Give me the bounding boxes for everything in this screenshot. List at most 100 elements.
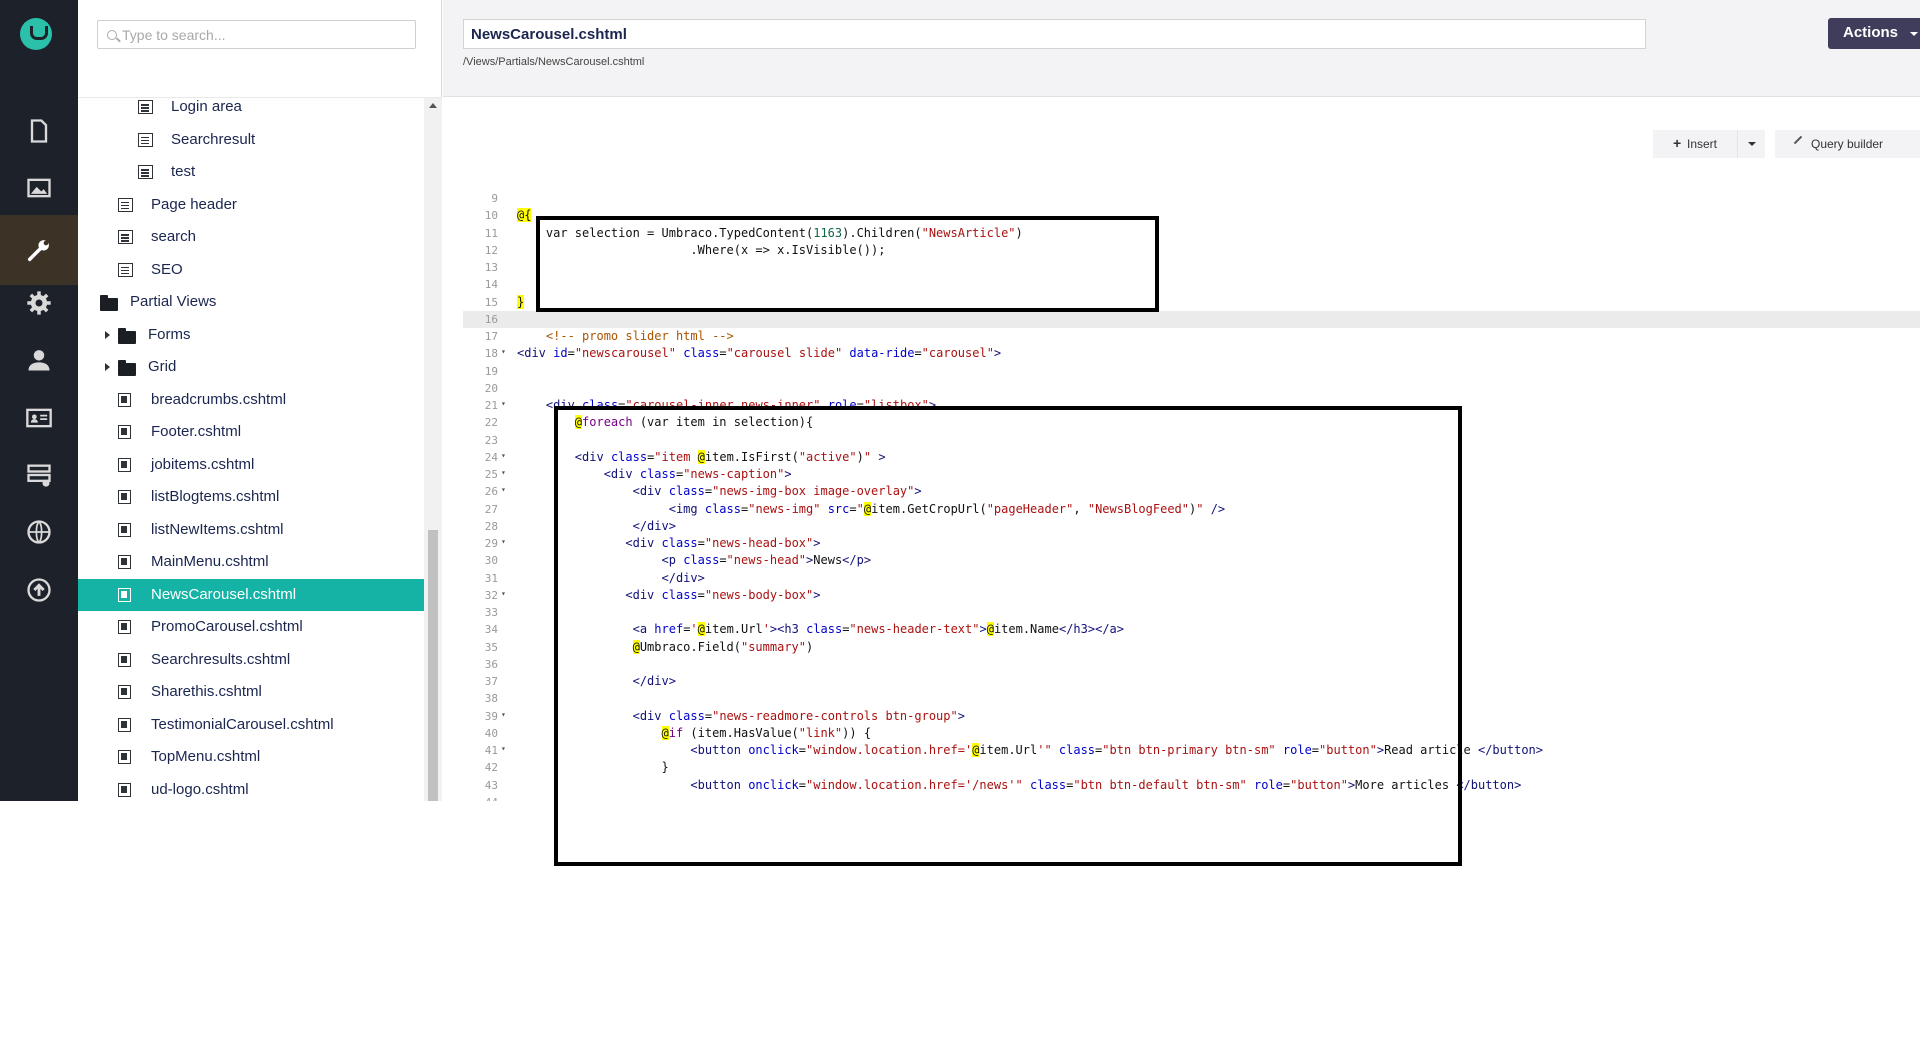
insert-dropdown-toggle[interactable] [1737,130,1765,158]
line-number: 21 [484,399,498,412]
code-line[interactable]: 19 [463,363,1920,380]
tree-item[interactable]: Searchresults.cshtml [78,644,424,676]
tree-item-label: TopMenu.cshtml [151,748,261,765]
tree-item[interactable]: ud-logo.cshtml [78,774,424,802]
tree-item[interactable]: NewsCarousel.cshtml [78,578,424,611]
line-number: 10 [484,209,498,223]
app-sections-rail [0,0,78,801]
fold-arrow-icon[interactable]: ▾ [501,399,506,408]
tree-search-box[interactable] [97,20,416,49]
file-icon [118,750,131,764]
wand-icon [1793,135,1803,145]
tree-search-input[interactable] [122,25,412,45]
tree-item-label: Footer.cshtml [151,423,242,440]
annotation-box-top [536,216,1159,312]
scroll-up-arrow-icon[interactable] [429,103,437,108]
line-number: 40 [484,726,498,740]
line-number: 32 [484,588,498,602]
fold-arrow-icon[interactable]: ▾ [501,468,506,477]
tree-item[interactable]: Login area [78,91,424,123]
line-number: 23 [484,433,498,447]
tree-scrollbar[interactable] [424,98,442,801]
document-icon [138,165,153,179]
file-icon [118,425,131,439]
tree-item[interactable]: search [78,221,424,253]
line-number: 24 [484,450,498,464]
tree-item[interactable]: TestimonialCarousel.cshtml [78,709,424,741]
fold-arrow-icon[interactable]: ▾ [501,589,506,598]
folder-icon [100,295,118,311]
line-number: 15 [484,295,498,309]
tree-item[interactable]: listBlogtems.cshtml [78,481,424,513]
tree-item[interactable]: breadcrumbs.cshtml [78,384,424,416]
line-number: 13 [484,261,498,274]
document-icon [118,197,133,212]
tree-item[interactable]: jobitems.cshtml [78,449,424,481]
tree-item[interactable]: SEO [78,254,424,286]
tree-item[interactable]: listNewItems.cshtml [78,514,424,546]
file-name-input[interactable] [463,19,1646,49]
fold-arrow-icon[interactable]: ▾ [501,347,506,356]
tree-item[interactable]: Sharethis.cshtml [78,676,424,708]
fold-arrow-icon[interactable]: ▾ [501,537,506,546]
code-line[interactable]: 9 [463,190,1920,207]
code-line[interactable]: 20 [463,380,1920,397]
code-text: } [517,294,525,309]
expand-caret-icon[interactable] [105,330,110,339]
fold-arrow-icon[interactable]: ▾ [501,451,506,460]
tree-item[interactable]: PromoCarousel.cshtml [78,611,424,643]
line-number: 17 [484,330,498,343]
plus-icon: + [1673,135,1682,151]
fold-arrow-icon[interactable]: ▾ [501,744,506,753]
tree-item[interactable]: Searchresult [78,124,424,156]
tree-item[interactable]: Page header [78,189,424,221]
line-number: 20 [484,381,498,395]
code-line[interactable]: 18 ▾ <div id="newscarousel" class="carouse… [463,345,1920,362]
tree-item[interactable]: Partial Views [78,286,424,318]
line-number: 27 [484,502,498,516]
tree-list: Login area Searchresult test Page header sea… [78,91,424,801]
query-builder-button[interactable]: Query builder [1775,130,1920,158]
insert-button[interactable]: + Insert [1653,130,1737,158]
expand-caret-icon[interactable] [105,363,110,371]
tree-item-label: Login area [171,98,242,115]
file-icon [118,620,131,634]
code-line[interactable]: 17 <!-- promo slider html --> [463,328,1920,345]
tree-item[interactable]: test [78,156,424,188]
actions-button[interactable]: Actions [1828,18,1920,49]
tree-item-label: listBlogtems.cshtml [151,488,280,505]
code-line[interactable]: 16 [463,310,1920,328]
tree-item[interactable]: MainMenu.cshtml [78,546,424,578]
file-icon [118,457,131,472]
line-number: 11 [484,226,498,240]
line-number: 25 [484,468,498,481]
annotation-box-bottom [554,406,1462,866]
line-number: 31 [484,571,498,585]
deploy-icon[interactable] [0,555,78,625]
fold-arrow-icon[interactable]: ▾ [501,485,506,494]
tree-scroll-thumb[interactable] [428,530,438,801]
line-number: 43 [484,778,498,792]
file-path: /Views/Partials/NewsCarousel.cshtml [463,56,645,68]
file-icon [118,392,131,407]
tree-item[interactable]: Forms [78,319,424,351]
file-icon [118,522,131,537]
line-number: 37 [484,675,498,688]
media-icon[interactable] [0,153,78,223]
line-number: 44 [463,796,498,801]
tree-item-label: SEO [151,260,183,278]
line-number: 29 [484,537,498,550]
insert-button-label: Insert [1687,137,1718,151]
file-icon [118,490,131,504]
tree-item[interactable]: Footer.cshtml [78,416,424,448]
line-number: 19 [484,364,498,378]
fold-arrow-icon[interactable]: ▾ [501,710,506,719]
line-number: 30 [484,554,498,568]
file-icon [118,685,131,699]
folder-icon [118,360,136,376]
tree-item-label: Partial Views [130,293,217,310]
umbraco-logo-icon[interactable] [20,18,52,50]
tree-item[interactable]: TopMenu.cshtml [78,741,424,773]
tree-item[interactable]: Grid [78,351,424,383]
line-number: 26 [484,485,498,499]
